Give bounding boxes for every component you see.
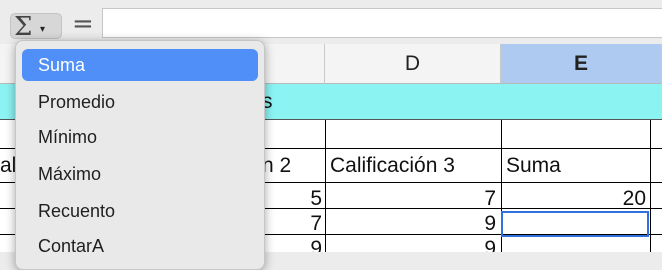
- table-cell[interactable]: 9: [330, 212, 496, 236]
- menu-item-recuento[interactable]: Recuento: [22, 195, 258, 227]
- table-cell[interactable]: 20: [506, 187, 646, 211]
- column-header-d[interactable]: D: [325, 44, 501, 84]
- column-header-e[interactable]: E: [501, 44, 662, 84]
- formula-bar: Σ ▾ =: [0, 0, 662, 44]
- header-cell-calificacion-2[interactable]: n 2: [262, 154, 291, 178]
- menu-item-suma[interactable]: Suma: [22, 49, 258, 81]
- formula-input[interactable]: [102, 8, 662, 38]
- menu-item-minimo[interactable]: Mínimo: [22, 121, 258, 153]
- autosum-dropdown-menu: Suma Promedio Mínimo Máximo Recuento Con…: [15, 40, 265, 270]
- header-cell-suma[interactable]: Suma: [506, 154, 561, 178]
- sigma-icon: Σ: [14, 12, 33, 42]
- table-cell[interactable]: 9: [262, 237, 322, 252]
- header-cell-left[interactable]: al: [0, 154, 16, 178]
- table-cell[interactable]: 9: [330, 237, 496, 252]
- formula-equals-icon[interactable]: =: [72, 9, 94, 39]
- header-cell-calificacion-3[interactable]: Calificación 3: [330, 154, 455, 178]
- column-border: [650, 120, 651, 252]
- menu-item-promedio[interactable]: Promedio: [22, 86, 258, 118]
- table-cell[interactable]: 7: [330, 187, 496, 211]
- table-cell[interactable]: 5: [262, 187, 322, 211]
- caret-down-icon: ▾: [40, 24, 46, 35]
- column-border: [325, 120, 326, 252]
- table-cell[interactable]: 7: [262, 212, 322, 236]
- menu-item-contara[interactable]: ContarA: [22, 230, 258, 262]
- active-cell[interactable]: [501, 211, 649, 237]
- menu-item-maximo[interactable]: Máximo: [22, 158, 258, 190]
- autosum-button[interactable]: Σ ▾: [10, 12, 62, 42]
